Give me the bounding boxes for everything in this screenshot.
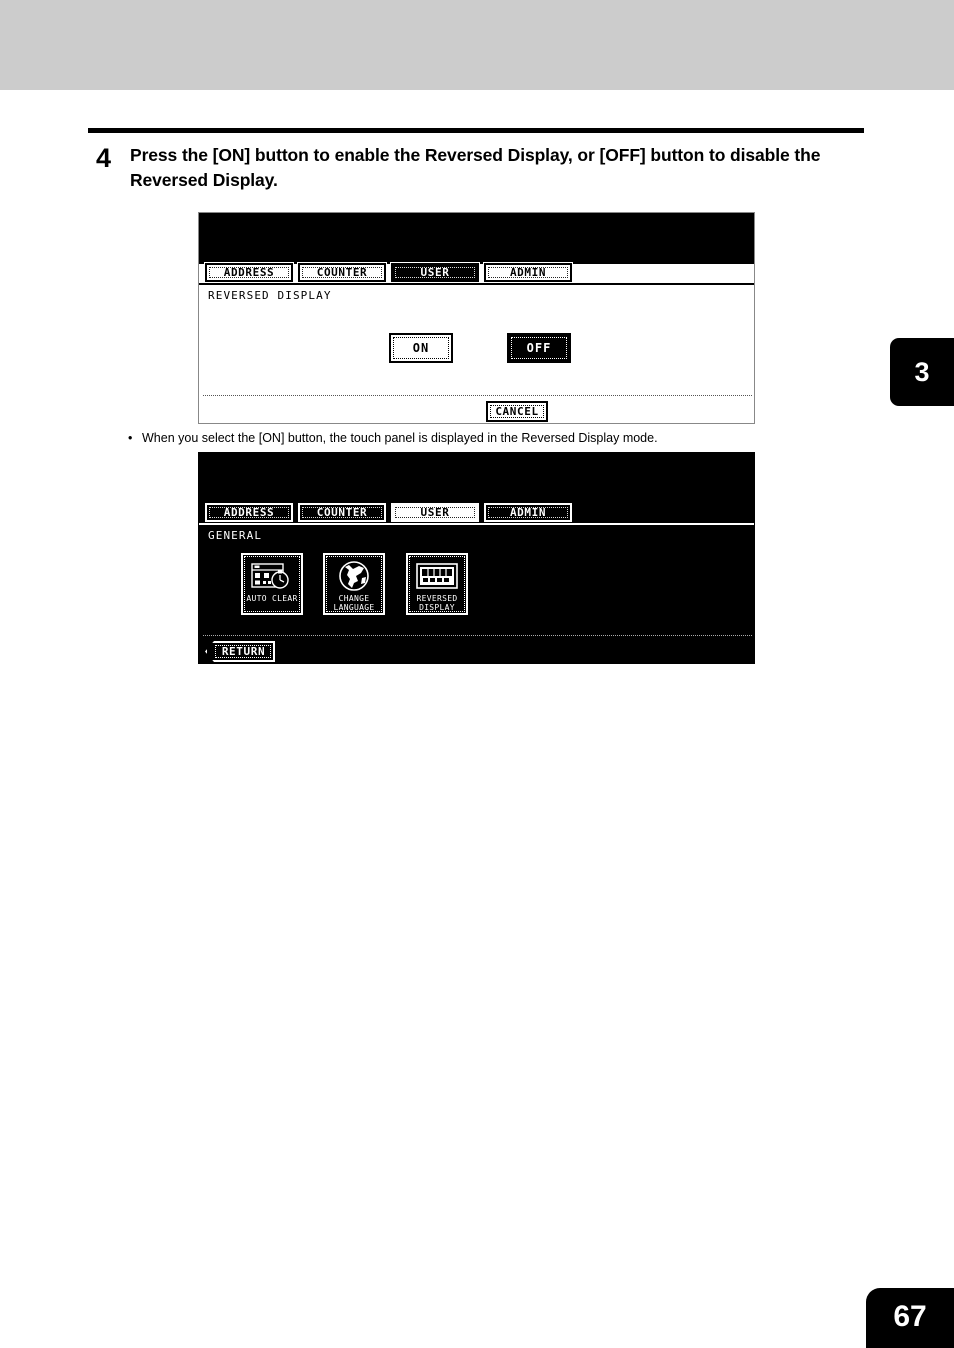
tab-admin-label: ADMIN (509, 506, 547, 519)
note-line: • When you select the [ON] button, the to… (128, 430, 828, 446)
step-block: 4 Press the [ON] button to enable the Re… (88, 143, 878, 194)
return-button-label: RETURN (221, 645, 266, 658)
change-language-icon (333, 560, 375, 592)
auto-clear-label: AUTO CLEAR (246, 594, 298, 603)
tab-user-label: USER (420, 506, 450, 519)
tab-user[interactable]: USER (390, 262, 480, 283)
tab-address[interactable]: ADDRESS (204, 262, 294, 283)
tab-user-label: USER (420, 266, 450, 279)
panel-normal-tabbar: ADDRESS COUNTER USER ADMIN (204, 262, 577, 283)
change-language-button[interactable]: CHANGE LANGUAGE (323, 553, 385, 615)
note-bullet: • (128, 431, 133, 445)
on-button-label: ON (412, 341, 430, 355)
panel-normal-header (199, 213, 754, 264)
panel-normal-tab-underline (199, 283, 754, 285)
page-number-value: 67 (893, 1300, 927, 1333)
step-number: 4 (96, 143, 112, 173)
note-text: When you select the [ON] button, the tou… (142, 431, 658, 445)
reversed-display-label: REVERSED DISPLAY (416, 594, 458, 612)
step-instruction: Press the [ON] button to enable the Reve… (130, 145, 821, 191)
reversed-display-icon (416, 560, 458, 592)
page-number-box: 67 (866, 1288, 954, 1348)
off-button-label: OFF (526, 341, 552, 355)
panel-reversed-tab-underline (199, 523, 754, 525)
tab-counter[interactable]: COUNTER (297, 502, 387, 523)
panel-reversed-header (199, 453, 754, 504)
cancel-button-label: CANCEL (495, 405, 539, 418)
tab-address-label: ADDRESS (223, 506, 275, 519)
tab-admin-label: ADMIN (509, 266, 547, 279)
touch-panel-normal: ADDRESS COUNTER USER ADMIN REVERSED DISP… (198, 212, 755, 424)
tab-address[interactable]: ADDRESS (204, 502, 294, 523)
panel-reversed-footer-divider (203, 635, 752, 636)
tab-counter-label: COUNTER (316, 266, 368, 279)
tab-address-label: ADDRESS (223, 266, 275, 279)
on-button[interactable]: ON (389, 333, 453, 363)
tab-counter[interactable]: COUNTER (297, 262, 387, 283)
tab-admin[interactable]: ADMIN (483, 262, 573, 283)
cancel-button[interactable]: CANCEL (486, 401, 548, 422)
off-button[interactable]: OFF (507, 333, 571, 363)
heading-rule (88, 128, 864, 133)
touch-panel-reversed: ADDRESS COUNTER USER ADMIN GENERAL AUTO … (198, 452, 755, 664)
page-header-band (0, 0, 954, 90)
chapter-index-number: 3 (914, 356, 930, 387)
auto-clear-button[interactable]: AUTO CLEAR (241, 553, 303, 615)
change-language-label: CHANGE LANGUAGE (333, 594, 375, 612)
panel-normal-footer-divider (203, 395, 752, 396)
tab-counter-label: COUNTER (316, 506, 368, 519)
reversed-display-button[interactable]: REVERSED DISPLAY (406, 553, 468, 615)
chapter-index-tab: 3 (890, 338, 954, 406)
panel-reversed-tabbar: ADDRESS COUNTER USER ADMIN (204, 502, 577, 523)
tab-admin[interactable]: ADMIN (483, 502, 573, 523)
auto-clear-icon (251, 560, 293, 592)
return-button[interactable]: RETURN (205, 641, 275, 662)
panel-reversed-screen-title: GENERAL (208, 529, 263, 542)
panel-normal-screen-title: REVERSED DISPLAY (208, 289, 332, 302)
tab-user[interactable]: USER (390, 502, 480, 523)
